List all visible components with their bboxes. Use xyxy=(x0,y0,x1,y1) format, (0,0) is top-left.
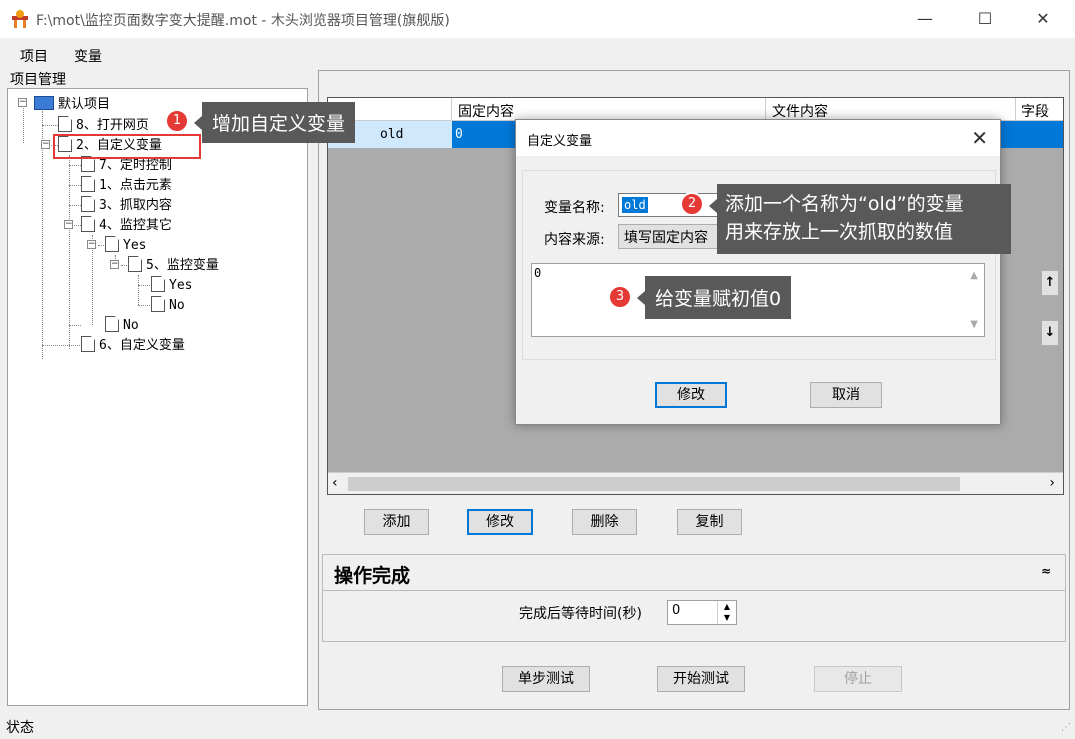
scroll-down-icon[interactable]: ▼ xyxy=(970,319,978,330)
tree-node-monitor-other[interactable]: 4、监控其它 xyxy=(81,216,172,234)
tree-collapse-icon[interactable]: − xyxy=(41,140,50,149)
callout-marker-1: 1 xyxy=(165,109,189,133)
document-icon xyxy=(151,296,165,312)
project-tree[interactable]: − 默认项目 8、打开网页 − 2、自定义变量 7、定时控制 1、点击元素 3、… xyxy=(7,88,308,706)
menu-variable[interactable]: 变量 xyxy=(74,46,102,66)
operation-body: 完成后等待时间(秒) 0 ▲ ▼ xyxy=(322,590,1066,642)
col-fixed-content[interactable]: 固定内容 xyxy=(458,101,514,121)
document-icon xyxy=(58,116,72,132)
tree-node-monitor-variable[interactable]: 5、监控变量 xyxy=(128,256,219,274)
move-down-button[interactable]: ↓ xyxy=(1041,320,1059,346)
callout-2-line2: 用来存放上一次抓取的数值 xyxy=(725,221,954,243)
move-up-button[interactable]: ↑ xyxy=(1041,270,1059,296)
tree-node-open-page[interactable]: 8、打开网页 xyxy=(58,116,149,134)
tree-node-custom-variable-2[interactable]: 6、自定义变量 xyxy=(81,336,185,354)
custom-variable-dialog: 自定义变量 ✕ 变量名称: old 内容来源: 填写固定内容 0 ▲ ▼ 修改 … xyxy=(515,119,1001,425)
callout-arrow-3 xyxy=(637,291,645,305)
operation-title: 操作完成 xyxy=(334,565,411,587)
tree-node-grab-content[interactable]: 3、抓取内容 xyxy=(81,196,172,214)
tree-node-default-project[interactable]: 默认项目 xyxy=(34,96,110,113)
spinner-icon[interactable]: ▲ ▼ xyxy=(717,601,736,624)
add-button[interactable]: 添加 xyxy=(364,509,429,535)
callout-marker-2: 2 xyxy=(680,192,704,216)
tree-node-yes[interactable]: Yes xyxy=(105,236,146,254)
scroll-left-icon[interactable]: ‹ xyxy=(332,475,338,491)
tree-highlight-frame xyxy=(53,134,201,159)
callout-2: 添加一个名称为“old”的变量 用来存放上一次抓取的数值 xyxy=(717,184,1011,254)
scroll-up-icon[interactable]: ▲ xyxy=(970,270,978,281)
resize-grip-icon[interactable]: ⋰ xyxy=(1061,722,1071,733)
dialog-ok-button[interactable]: 修改 xyxy=(655,382,727,408)
operation-header[interactable]: 操作完成 ≈ xyxy=(322,554,1066,590)
stop-button[interactable]: 停止 xyxy=(814,666,902,692)
copy-button[interactable]: 复制 xyxy=(677,509,742,535)
window-title: F:\mot\监控页面数字变大提醒.mot - 木头浏览器项目管理(旗舰版) xyxy=(36,13,450,29)
document-icon xyxy=(128,256,142,272)
dialog-close-icon[interactable]: ✕ xyxy=(971,126,988,150)
dialog-title: 自定义变量 xyxy=(527,134,593,149)
document-icon xyxy=(81,196,95,212)
horizontal-scrollbar[interactable]: ‹ › xyxy=(328,472,1063,494)
tree-node-no-inner[interactable]: No xyxy=(151,296,185,314)
scroll-thumb[interactable] xyxy=(348,477,960,491)
callout-3: 给变量赋初值0 xyxy=(645,276,792,319)
status-bar: 状态 ⋰ xyxy=(0,714,1075,739)
tree-node-no[interactable]: No xyxy=(105,316,139,334)
wait-time-label: 完成后等待时间(秒) xyxy=(519,606,642,622)
document-icon xyxy=(105,316,119,332)
col-file-content[interactable]: 文件内容 xyxy=(772,101,828,121)
document-icon xyxy=(81,216,95,232)
menu-project[interactable]: 项目 xyxy=(20,46,48,66)
tree-node-yes-inner[interactable]: Yes xyxy=(151,276,192,294)
scroll-right-icon[interactable]: › xyxy=(1049,475,1055,491)
maximize-button[interactable]: ☐ xyxy=(970,8,1000,30)
close-button[interactable]: ✕ xyxy=(1028,8,1058,30)
tree-collapse-icon[interactable]: − xyxy=(64,220,73,229)
tree-collapse-icon[interactable]: − xyxy=(110,260,119,269)
start-test-button[interactable]: 开始测试 xyxy=(657,666,745,692)
app-icon xyxy=(10,9,30,29)
document-icon xyxy=(151,276,165,292)
delete-button[interactable]: 删除 xyxy=(572,509,637,535)
variable-name-value: old xyxy=(622,197,648,213)
document-icon xyxy=(105,236,119,252)
document-icon xyxy=(81,336,95,352)
tree-collapse-icon[interactable]: − xyxy=(18,98,27,107)
title-bar: F:\mot\监控页面数字变大提醒.mot - 木头浏览器项目管理(旗舰版) —… xyxy=(0,0,1075,38)
tree-node-click-element[interactable]: 1、点击元素 xyxy=(81,176,172,194)
minimize-button[interactable]: — xyxy=(910,8,940,30)
menu-bar: 项目 变量 xyxy=(0,38,1075,68)
col-field[interactable]: 字段 xyxy=(1021,101,1049,121)
step-test-button[interactable]: 单步测试 xyxy=(502,666,590,692)
dialog-cancel-button[interactable]: 取消 xyxy=(810,382,882,408)
callout-1: 增加自定义变量 xyxy=(202,102,356,143)
grid-header: 固定内容 文件内容 字段 xyxy=(328,98,1063,121)
callout-marker-3: 3 xyxy=(608,285,632,309)
callout-arrow-1 xyxy=(194,116,202,130)
document-icon xyxy=(81,176,95,192)
callout-2-line1: 添加一个名称为“old”的变量 xyxy=(725,193,964,215)
variable-name-label: 变量名称: xyxy=(544,200,605,216)
collapse-icon[interactable]: ≈ xyxy=(1041,564,1051,578)
dialog-titlebar: 自定义变量 ✕ xyxy=(516,120,1000,156)
computer-icon xyxy=(34,96,54,110)
tree-panel-label: 项目管理 xyxy=(10,72,66,88)
status-label: 状态 xyxy=(6,720,34,736)
edit-button[interactable]: 修改 xyxy=(467,509,533,535)
content-value: 0 xyxy=(534,266,542,280)
callout-arrow-2 xyxy=(709,199,717,213)
content-source-label: 内容来源: xyxy=(544,232,605,248)
tree-collapse-icon[interactable]: − xyxy=(87,240,96,249)
